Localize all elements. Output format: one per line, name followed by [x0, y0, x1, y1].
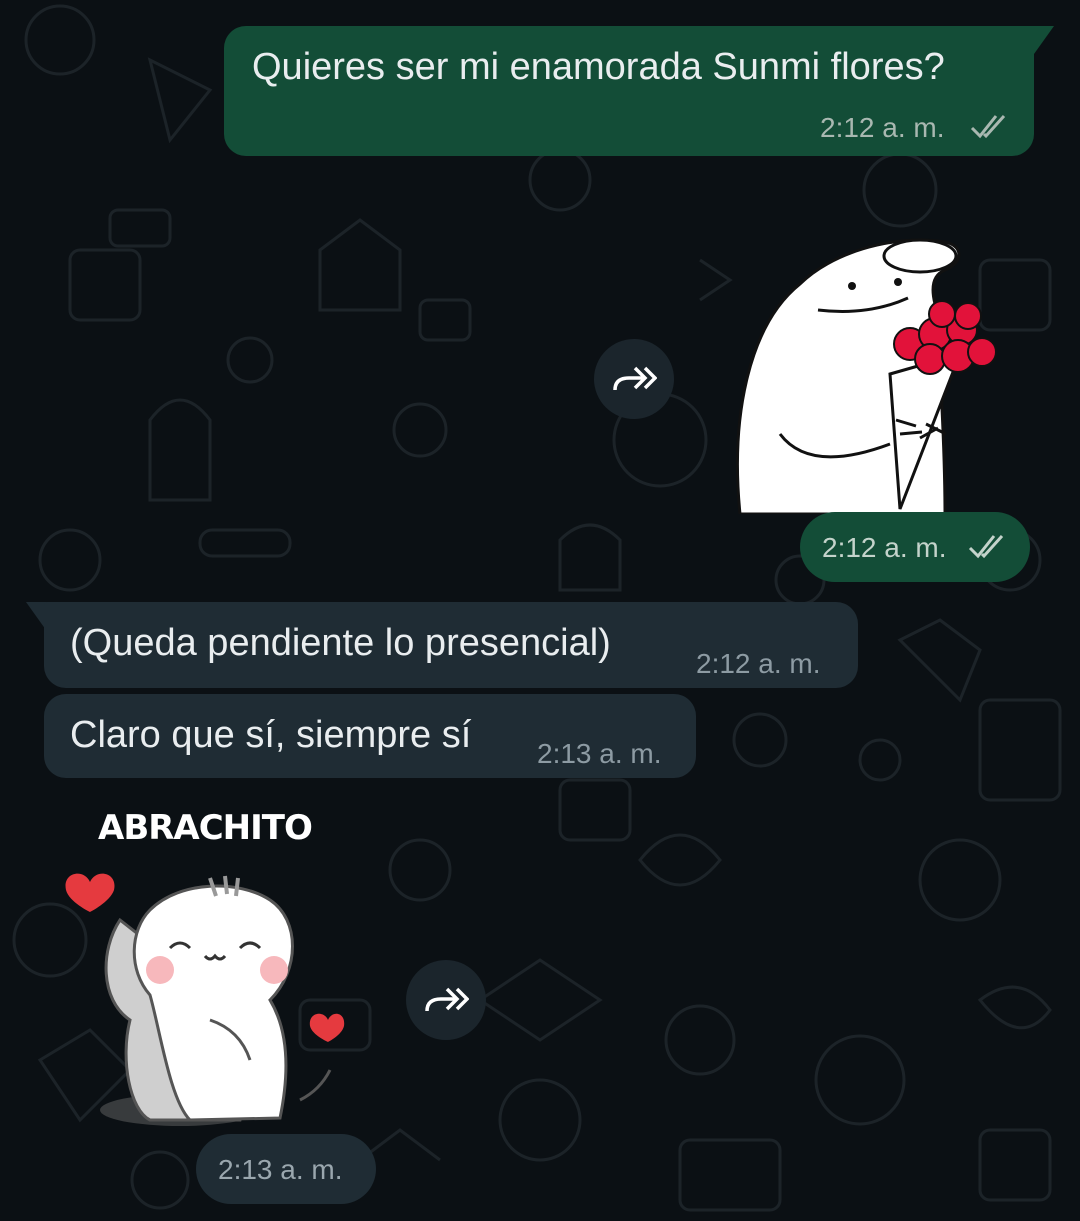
- incoming-message-bubble[interactable]: (Queda pendiente lo presencial) 2:12 a. …: [44, 602, 858, 688]
- sticker-time-pill: 2:13 a. m.: [196, 1134, 376, 1204]
- forward-button[interactable]: [406, 960, 486, 1040]
- message-text: Quieres ser mi enamorada Sunmi flores?: [252, 46, 945, 88]
- incoming-message-bubble[interactable]: Claro que sí, siempre sí 2:13 a. m.: [44, 694, 696, 778]
- double-check-icon: [968, 534, 1004, 559]
- meme-flowers-sticker[interactable]: [730, 234, 1010, 514]
- forward-icon: [425, 987, 469, 1012]
- message-time: 2:12 a. m.: [696, 648, 821, 679]
- bubble-tail: [1022, 26, 1054, 54]
- message-text: (Queda pendiente lo presencial): [70, 622, 611, 664]
- message-time: 2:13 a. m.: [218, 1154, 343, 1185]
- forward-button[interactable]: [594, 339, 674, 419]
- heart-icon: [65, 873, 115, 912]
- sticker-time-pill: 2:12 a. m.: [800, 512, 1030, 582]
- forward-icon: [613, 366, 657, 391]
- message-time: 2:13 a. m.: [537, 738, 662, 769]
- message-time: 2:12 a. m.: [820, 112, 945, 143]
- message-text: Claro que sí, siempre sí: [70, 714, 472, 756]
- message-time: 2:12 a. m.: [822, 532, 947, 563]
- outgoing-message-bubble[interactable]: Quieres ser mi enamorada Sunmi flores? 2…: [224, 26, 1034, 156]
- cats-illustration: [65, 873, 345, 1126]
- heart-icon: [309, 1013, 345, 1042]
- hug-cats-sticker[interactable]: ABRACHITO: [60, 800, 360, 1140]
- double-check-icon: [970, 114, 1006, 139]
- sticker-caption: ABRACHITO: [98, 808, 313, 848]
